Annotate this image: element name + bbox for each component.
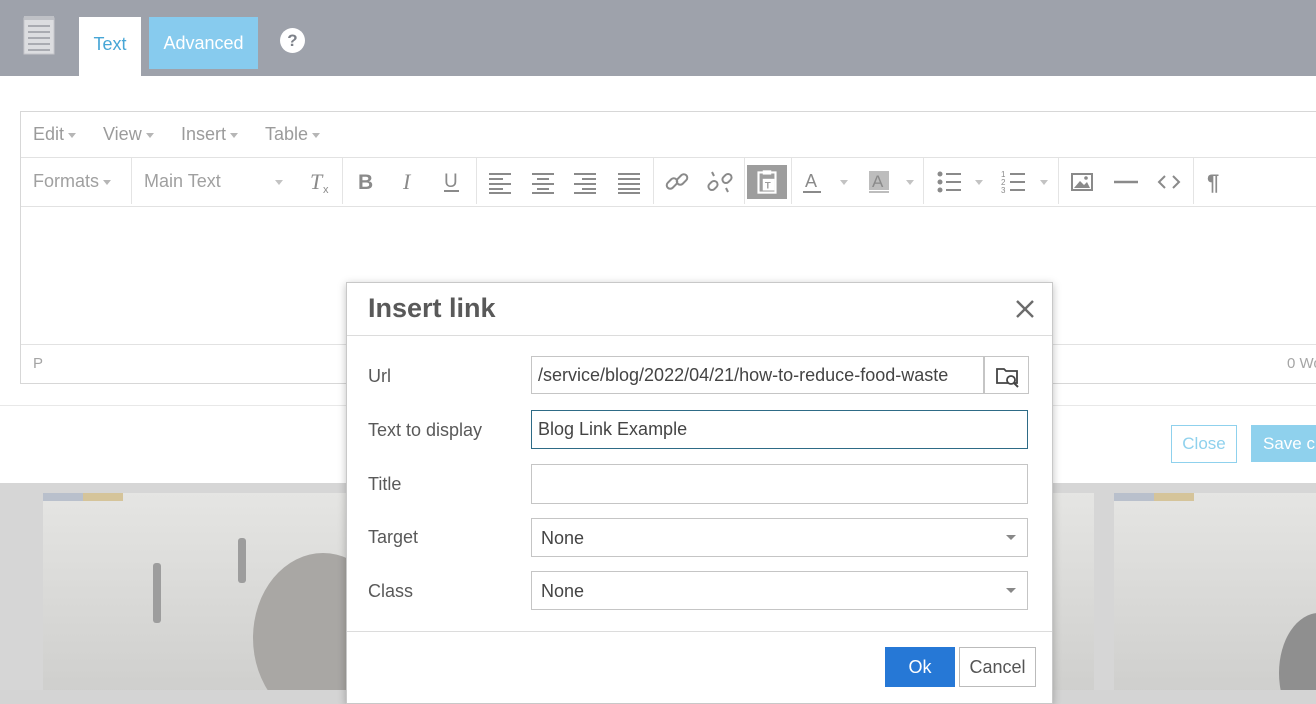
chevron-down-icon[interactable]: [906, 180, 914, 185]
svg-text:A: A: [872, 172, 884, 191]
text-color-icon[interactable]: A: [797, 166, 829, 198]
toolbar-divider: [653, 158, 654, 204]
dialog-header: Insert link: [347, 283, 1052, 336]
photo-strip: [1114, 493, 1154, 501]
bold-icon[interactable]: B: [350, 166, 382, 198]
target-select[interactable]: None: [531, 518, 1028, 557]
title-label: Title: [368, 474, 402, 494]
background-color-icon[interactable]: A: [863, 166, 895, 198]
browse-button[interactable]: [984, 356, 1029, 394]
svg-text:x: x: [323, 184, 329, 196]
title-input[interactable]: [532, 465, 1027, 503]
class-selected-value: None: [541, 581, 585, 601]
background-photo: [1114, 493, 1316, 690]
chevron-down-icon: [68, 132, 77, 138]
top-bar: Text Advanced ?: [0, 0, 1316, 76]
toolbar-divider: [923, 158, 924, 204]
menu-table[interactable]: Table: [265, 124, 321, 145]
folder-search-icon: [996, 368, 1019, 388]
menu-edit[interactable]: Edit: [33, 124, 77, 145]
menu-insert[interactable]: Insert: [181, 124, 239, 145]
toolbar-divider: [131, 158, 132, 204]
svg-text:U: U: [444, 171, 458, 192]
toolbar-divider: [476, 158, 477, 204]
cabinet-handle: [153, 563, 161, 623]
align-left-icon[interactable]: [483, 166, 515, 198]
toolbar-divider: [1193, 158, 1194, 204]
svg-text:T: T: [765, 180, 771, 191]
cancel-button[interactable]: Cancel: [959, 647, 1036, 687]
align-right-icon[interactable]: [570, 166, 602, 198]
menu-view[interactable]: View: [103, 124, 154, 145]
chevron-down-icon: [312, 132, 321, 138]
save-changes-button[interactable]: Save ch: [1251, 425, 1316, 462]
url-label: Url: [368, 366, 391, 386]
bullet-list-icon[interactable]: [933, 166, 965, 198]
svg-text:A: A: [805, 171, 817, 191]
element-path[interactable]: P: [33, 355, 43, 372]
ok-button[interactable]: Ok: [885, 647, 955, 687]
target-label: Target: [368, 527, 419, 547]
chevron-down-icon[interactable]: [275, 180, 283, 185]
numbered-list-icon[interactable]: 123: [998, 166, 1030, 198]
justify-icon[interactable]: [613, 166, 645, 198]
chevron-down-icon: [230, 132, 239, 138]
image-icon[interactable]: [1066, 166, 1098, 198]
text-to-display-label: Text to display: [368, 420, 483, 440]
link-icon[interactable]: [661, 166, 693, 198]
style-dropdown[interactable]: Main Text: [144, 171, 221, 192]
formatting-toolbar: Formats Main Text Tx B I U T A A 1 2 3 ¶: [21, 158, 1316, 207]
paragraph-icon[interactable]: ¶: [1201, 166, 1233, 198]
chevron-down-icon: [1006, 588, 1016, 593]
tab-text[interactable]: Text: [79, 17, 141, 76]
chevron-down-icon: [103, 179, 112, 185]
url-field[interactable]: [531, 356, 984, 394]
chevron-down-icon[interactable]: [975, 180, 983, 185]
help-icon[interactable]: ?: [280, 28, 305, 53]
chevron-down-icon[interactable]: [1040, 180, 1048, 185]
person-silhouette: [1279, 613, 1316, 690]
align-center-icon[interactable]: [527, 166, 559, 198]
toolbar-divider: [342, 158, 343, 204]
chevron-down-icon: [145, 132, 154, 138]
svg-text:B: B: [358, 171, 373, 194]
text-to-display-input[interactable]: [532, 411, 1027, 448]
close-button[interactable]: Close: [1171, 425, 1237, 463]
url-input[interactable]: [532, 357, 983, 393]
dialog-footer-divider: [347, 631, 1052, 632]
svg-text:¶: ¶: [1207, 170, 1219, 195]
formats-dropdown[interactable]: Formats: [33, 171, 112, 192]
cabinet-handle: [238, 538, 246, 583]
clear-format-icon[interactable]: Tx: [304, 166, 336, 198]
svg-text:T: T: [310, 169, 324, 194]
horizontal-rule-icon[interactable]: [1110, 166, 1142, 198]
source-code-icon[interactable]: [1153, 166, 1185, 198]
dialog-title: Insert link: [368, 293, 496, 323]
underline-icon[interactable]: U: [436, 166, 468, 198]
close-icon[interactable]: [1013, 297, 1037, 321]
svg-text:I: I: [402, 169, 412, 194]
class-select[interactable]: None: [531, 571, 1028, 610]
notepad-icon: [22, 14, 56, 56]
class-label: Class: [368, 581, 414, 601]
toolbar-divider: [791, 158, 792, 204]
svg-text:3: 3: [1001, 186, 1006, 195]
photo-strip: [83, 493, 123, 501]
title-field[interactable]: [531, 464, 1028, 504]
text-to-display-field[interactable]: [531, 410, 1028, 449]
tab-advanced[interactable]: Advanced: [149, 17, 258, 69]
toolbar-divider: [1058, 158, 1059, 204]
toolbar-divider: [744, 158, 745, 204]
chevron-down-icon: [1006, 535, 1016, 540]
photo-strip: [43, 493, 83, 501]
insert-link-dialog: Insert link Url Text to display Title Ta…: [346, 282, 1053, 704]
target-selected-value: None: [541, 528, 585, 548]
paste-text-icon[interactable]: T: [747, 165, 787, 199]
photo-strip: [1154, 493, 1194, 501]
italic-icon[interactable]: I: [393, 166, 425, 198]
word-count: 0 Wo: [1287, 355, 1316, 372]
menu-bar: Edit View Insert Table: [21, 112, 1316, 158]
unlink-icon[interactable]: [704, 166, 736, 198]
chevron-down-icon[interactable]: [840, 180, 848, 185]
